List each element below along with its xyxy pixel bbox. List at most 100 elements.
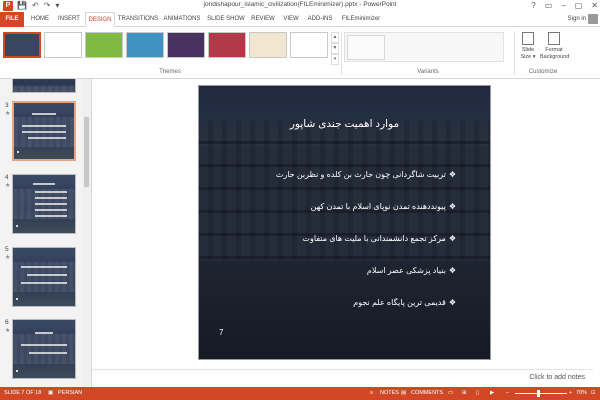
- divider: [341, 31, 342, 75]
- diamond-bullet-icon: ❖: [448, 170, 456, 179]
- slide-number: 6: [5, 319, 9, 326]
- theme-thumbnail[interactable]: [85, 32, 123, 58]
- sign-in-link[interactable]: Sign in: [568, 16, 586, 22]
- slide-thumbnail[interactable]: [12, 79, 76, 93]
- notes-pane[interactable]: Click to add notes: [92, 369, 593, 387]
- bullet-list[interactable]: ❖تربیت شاگردانی چون حارث بن کلده و نظربن…: [226, 168, 456, 328]
- proofing-icon[interactable]: ▣: [48, 390, 53, 396]
- divider: [514, 31, 515, 75]
- theme-thumbnail[interactable]: [290, 32, 328, 58]
- format-background-label: Format Background: [540, 47, 570, 60]
- normal-view-icon[interactable]: ▭: [448, 390, 453, 396]
- tab-review[interactable]: REVIEW: [249, 12, 277, 27]
- notes-icon[interactable]: ≡: [370, 390, 373, 396]
- diamond-bullet-icon: ❖: [448, 234, 456, 243]
- slide-canvas[interactable]: موارد اهمیت جندی شاپور ❖تربیت شاگردانی چ…: [198, 85, 491, 360]
- animation-star-icon: ★: [5, 255, 11, 261]
- bullet-text: بنیاد پزشکی عصر اسلام: [366, 266, 446, 275]
- slide-size-icon: [522, 32, 534, 45]
- zoom-in-icon[interactable]: +: [569, 390, 572, 396]
- diamond-bullet-icon: ❖: [448, 202, 456, 211]
- diamond-bullet-icon: ❖: [448, 266, 456, 275]
- theme-thumbnail[interactable]: [208, 32, 246, 58]
- comments-icon[interactable]: ▤: [401, 390, 406, 396]
- bullet-item: ❖قدیمی ترین پایگاه علم نجوم: [226, 296, 456, 328]
- slide-thumbnail[interactable]: [12, 174, 76, 234]
- slide-thumbnail[interactable]: [12, 319, 76, 379]
- animation-star-icon: ★: [5, 183, 11, 189]
- tab-view[interactable]: VIEW: [280, 12, 302, 27]
- slide-number: 4: [5, 174, 9, 181]
- tab-home[interactable]: HOME: [28, 12, 52, 27]
- slide-sorter-icon[interactable]: ⊞: [462, 390, 467, 396]
- zoom-out-icon[interactable]: –: [506, 390, 509, 396]
- themes-gallery-scroll[interactable]: ▲ ▼ ▾: [331, 32, 339, 65]
- fit-to-window-icon[interactable]: ⊡: [591, 390, 596, 396]
- bullet-text: پیونددهنده تمدن نوپای اسلام با تمدن کهن: [310, 202, 446, 211]
- animation-star-icon: ★: [5, 111, 11, 117]
- bullet-text: قدیمی ترین پایگاه علم نجوم: [353, 298, 446, 307]
- slide-thumbnails-pane: 3 ★ 4 ★ 5 ★ 6 ★: [0, 79, 92, 387]
- avatar[interactable]: [588, 14, 598, 24]
- reading-view-icon[interactable]: ▯: [476, 390, 479, 396]
- bullet-item: ❖پیونددهنده تمدن نوپای اسلام با تمدن کهن: [226, 200, 456, 232]
- scrollbar-thumb[interactable]: [84, 117, 89, 187]
- document-title: jondishapour_islamic_civilization(FILEmi…: [203, 1, 397, 8]
- variant-thumbnail[interactable]: [347, 35, 385, 60]
- close-icon[interactable]: ✕: [591, 0, 598, 12]
- bullet-item: ❖مرکز تجمع دانشمندانی با ملیت های متفاوت: [226, 232, 456, 264]
- slide-thumbnail[interactable]: [12, 247, 76, 307]
- diamond-bullet-icon: ❖: [448, 298, 456, 307]
- more-icon[interactable]: ▾: [331, 54, 339, 65]
- notes-toggle[interactable]: NOTES: [380, 390, 399, 396]
- customize-group-label: Customize: [528, 69, 558, 75]
- format-background-icon: [548, 32, 560, 45]
- tab-fileminimizer[interactable]: FILEminimizer: [338, 12, 384, 27]
- theme-thumbnail[interactable]: [167, 32, 205, 58]
- slide-page-number: 7: [219, 328, 224, 337]
- zoom-slider-knob[interactable]: [537, 390, 540, 397]
- bullet-text: مرکز تجمع دانشمندانی با ملیت های متفاوت: [302, 234, 446, 243]
- tab-animations[interactable]: ANIMATIONS: [161, 12, 203, 27]
- slide-counter: SLIDE 7 OF 18: [4, 390, 42, 396]
- slide-title[interactable]: موارد اهمیت جندی شاپور: [239, 118, 450, 130]
- slide-size-button[interactable]: Slide Size ▾: [517, 32, 539, 61]
- slide-number: 5: [5, 246, 9, 253]
- minimize-icon[interactable]: –: [561, 0, 565, 12]
- comments-toggle[interactable]: COMMENTS: [411, 390, 443, 396]
- ribbon-tabs: FILE HOME INSERT DESIGN TRANSITIONS ANIM…: [0, 12, 600, 28]
- slide-thumbnail[interactable]: [12, 101, 76, 161]
- ribbon: ▲ ▼ ▾ Themes Variants Slide Size ▾ Forma…: [0, 27, 600, 79]
- tab-slide-show[interactable]: SLIDE SHOW: [206, 12, 246, 27]
- theme-thumbnail[interactable]: [44, 32, 82, 58]
- bullet-item: ❖تربیت شاگردانی چون حارث بن کلده و نظربن…: [226, 168, 456, 200]
- theme-thumbnail[interactable]: [126, 32, 164, 58]
- theme-thumbnail[interactable]: [3, 32, 41, 58]
- zoom-slider-track[interactable]: [515, 393, 567, 394]
- slide-size-label: Slide Size ▾: [520, 47, 536, 60]
- bullet-item: ❖بنیاد پزشکی عصر اسلام: [226, 264, 456, 296]
- help-icon[interactable]: ?: [531, 0, 535, 12]
- variants-gallery[interactable]: [344, 32, 504, 62]
- zoom-level[interactable]: 70%: [576, 390, 587, 396]
- slide-number: 3: [5, 102, 9, 109]
- tab-transitions[interactable]: TRANSITIONS: [117, 12, 159, 27]
- maximize-icon[interactable]: ▢: [575, 0, 583, 12]
- window-controls: ? ▭ – ▢ ✕: [531, 0, 598, 12]
- tab-insert[interactable]: INSERT: [55, 12, 83, 27]
- scroll-down-icon[interactable]: ▼: [331, 43, 339, 54]
- animation-star-icon: ★: [5, 328, 11, 334]
- theme-thumbnail[interactable]: [249, 32, 287, 58]
- ribbon-display-icon[interactable]: ▭: [545, 0, 553, 12]
- tab-add-ins[interactable]: ADD-INS: [305, 12, 335, 27]
- language-indicator[interactable]: PERSIAN: [58, 390, 82, 396]
- status-bar: SLIDE 7 OF 18 ▣ PERSIAN ≡ NOTES ▤ COMMEN…: [0, 387, 600, 400]
- slideshow-icon[interactable]: ▶: [490, 390, 494, 396]
- tab-file[interactable]: FILE: [0, 12, 24, 27]
- format-background-button[interactable]: Format Background: [540, 32, 570, 61]
- notes-placeholder[interactable]: Click to add notes: [529, 374, 585, 381]
- bullet-text: تربیت شاگردانی چون حارث بن کلده و نظربن …: [275, 170, 446, 179]
- variants-group-label: Variants: [417, 69, 439, 75]
- scroll-up-icon[interactable]: ▲: [331, 32, 339, 43]
- tab-design[interactable]: DESIGN: [85, 12, 115, 28]
